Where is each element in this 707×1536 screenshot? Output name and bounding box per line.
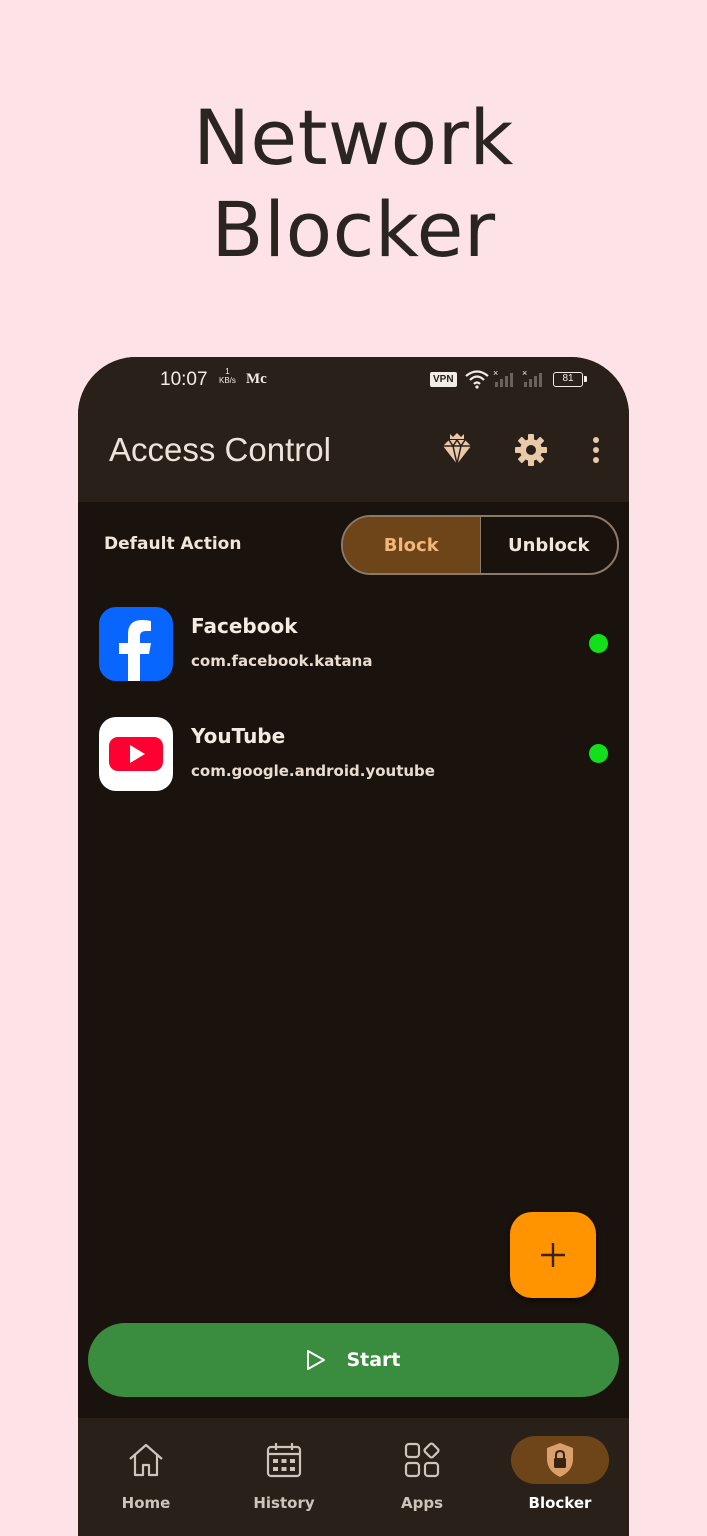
status-time: 10:07 [160, 369, 208, 390]
promo-title: Network Blocker [0, 92, 707, 276]
nav-item-apps[interactable]: Apps [357, 1418, 487, 1536]
network-speed: 1 KB/s [219, 367, 236, 385]
facebook-icon [99, 607, 173, 681]
default-action-label: Default Action [104, 534, 242, 554]
promo-title-line2: Blocker [211, 185, 496, 274]
network-speed-unit: KB/s [219, 376, 236, 385]
start-button[interactable]: Start [88, 1323, 619, 1397]
default-action-toggle: Block Unblock [341, 515, 619, 575]
network-speed-value: 1 [225, 367, 230, 376]
apps-icon [404, 1442, 440, 1478]
diamond-icon[interactable] [440, 432, 474, 466]
play-icon [307, 1350, 326, 1370]
plus-icon [541, 1243, 565, 1267]
add-app-button[interactable] [510, 1212, 596, 1298]
youtube-icon [99, 717, 173, 791]
app-item-facebook[interactable]: Facebook com.facebook.katana [78, 604, 629, 694]
app-package: com.facebook.katana [191, 652, 373, 670]
start-button-label: Start [346, 1349, 401, 1371]
app-item-youtube[interactable]: YouTube com.google.android.youtube [78, 714, 629, 804]
status-dot [589, 744, 608, 763]
svg-text:×: × [522, 369, 527, 378]
signal-icon-sim2: × [522, 369, 542, 387]
default-action-row: Default Action Block Unblock [78, 515, 629, 575]
page-title: Access Control [109, 431, 331, 468]
vpn-badge: VPN [430, 372, 457, 387]
carrier-label: Mc [246, 371, 267, 387]
app-name: YouTube [191, 724, 286, 748]
more-vert-icon[interactable] [586, 435, 606, 465]
lock-shield-icon [547, 1443, 573, 1477]
signal-icon-sim1: × [493, 369, 513, 387]
block-option[interactable]: Block [343, 517, 481, 573]
nav-item-home[interactable]: Home [81, 1418, 211, 1536]
svg-text:×: × [493, 369, 498, 378]
wifi-icon [465, 370, 489, 389]
status-bar: 10:07 1 KB/s Mc VPN × × 81 [78, 357, 629, 405]
app-name: Facebook [191, 614, 298, 638]
gear-icon[interactable] [514, 433, 548, 467]
app-bar: Access Control [78, 405, 629, 502]
nav-label: Home [121, 1494, 171, 1512]
bottom-navigation: Home History Apps Blocker [78, 1418, 629, 1536]
status-dot [589, 634, 608, 653]
phone-screen: 10:07 1 KB/s Mc VPN × × 81 Access Contro… [78, 357, 629, 1536]
nav-label: Blocker [528, 1494, 592, 1512]
home-icon [129, 1443, 163, 1477]
unblock-option[interactable]: Unblock [481, 517, 618, 573]
nav-item-blocker[interactable]: Blocker [495, 1418, 625, 1536]
app-package: com.google.android.youtube [191, 762, 435, 780]
promo-title-line1: Network [193, 93, 514, 182]
calendar-icon [266, 1443, 302, 1478]
battery-indicator: 81 [553, 372, 587, 387]
nav-label: History [253, 1494, 315, 1512]
nav-item-history[interactable]: History [219, 1418, 349, 1536]
nav-label: Apps [400, 1494, 443, 1512]
